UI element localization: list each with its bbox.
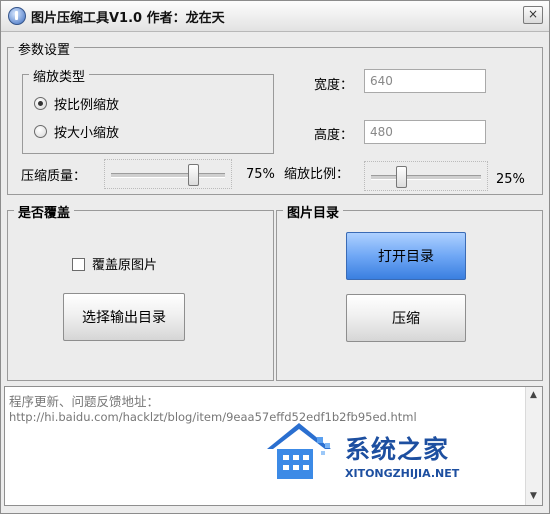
image-dir-group: 图片目录 打开目录 压缩 bbox=[276, 202, 543, 381]
scale-type-group: 缩放类型 按比例缩放 按大小缩放 bbox=[22, 66, 274, 154]
radio-scale-by-ratio-label[interactable]: 按比例缩放 bbox=[54, 94, 119, 113]
title-bar: 图片压缩工具V1.0 作者：龙在天 × bbox=[1, 1, 549, 32]
window-title: 图片压缩工具V1.0 作者：龙在天 bbox=[31, 11, 225, 26]
radio-scale-by-size[interactable] bbox=[34, 125, 47, 138]
params-group: 参数设置 缩放类型 按比例缩放 按大小缩放 宽度： 高度： 压缩质量： 75% … bbox=[7, 39, 543, 195]
params-legend: 参数设置 bbox=[14, 39, 75, 58]
watermark: 系统之家 XITONGZHIJIA.NET bbox=[259, 411, 499, 501]
ratio-slider-track bbox=[371, 175, 481, 180]
quality-slider-thumb[interactable] bbox=[188, 164, 200, 186]
overwrite-group: 是否覆盖 覆盖原图片 选择输出目录 bbox=[7, 202, 274, 381]
scale-type-legend: 缩放类型 bbox=[29, 66, 90, 85]
ratio-label: 缩放比例： bbox=[284, 167, 350, 182]
select-output-dir-button[interactable]: 选择输出目录 bbox=[63, 293, 185, 341]
watermark-subtext: XITONGZHIJIA.NET bbox=[345, 467, 460, 480]
quality-slider-track bbox=[111, 173, 225, 178]
overwrite-checkbox-label[interactable]: 覆盖原图片 bbox=[92, 254, 157, 273]
overwrite-checkbox[interactable] bbox=[72, 258, 85, 271]
open-dir-button[interactable]: 打开目录 bbox=[346, 232, 466, 280]
quality-label: 压缩质量： bbox=[21, 169, 87, 184]
height-label: 高度： bbox=[314, 128, 354, 143]
ratio-value: 25% bbox=[496, 172, 525, 187]
watermark-house-logo-icon bbox=[267, 423, 331, 479]
quality-slider[interactable] bbox=[104, 159, 232, 189]
width-input[interactable] bbox=[364, 69, 486, 93]
width-label: 宽度： bbox=[314, 78, 354, 93]
scroll-up-arrow-icon[interactable]: ▲ bbox=[530, 390, 537, 400]
log-line-feedback-title: 程序更新、问题反馈地址： bbox=[9, 394, 160, 409]
radio-scale-by-size-label[interactable]: 按大小缩放 bbox=[54, 122, 119, 141]
radio-scale-by-ratio[interactable] bbox=[34, 97, 47, 110]
close-button[interactable]: × bbox=[523, 6, 543, 24]
log-vertical-scrollbar[interactable]: ▲ ▼ bbox=[525, 387, 542, 505]
app-window: 图片压缩工具V1.0 作者：龙在天 × 参数设置 缩放类型 按比例缩放 按大小缩… bbox=[0, 0, 550, 514]
height-input[interactable] bbox=[364, 120, 486, 144]
scroll-down-arrow-icon[interactable]: ▼ bbox=[530, 491, 537, 501]
compress-button[interactable]: 压缩 bbox=[346, 294, 466, 342]
ratio-slider[interactable] bbox=[364, 161, 488, 191]
app-info-icon bbox=[8, 7, 26, 25]
ratio-slider-thumb[interactable] bbox=[395, 166, 407, 188]
overwrite-legend: 是否覆盖 bbox=[14, 202, 75, 221]
watermark-text: 系统之家 bbox=[345, 435, 450, 464]
image-dir-legend: 图片目录 bbox=[283, 202, 344, 221]
quality-value: 75% bbox=[246, 167, 275, 182]
